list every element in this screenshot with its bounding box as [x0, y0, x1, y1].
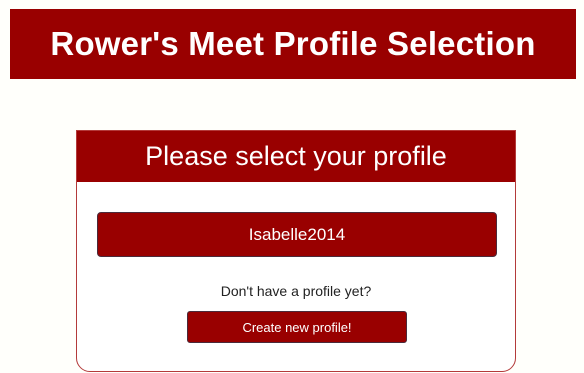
- page-title: Rower's Meet Profile Selection: [50, 25, 536, 62]
- profile-selection-card: Please select your profile Isabelle2014 …: [76, 130, 516, 372]
- profile-button-label: Isabelle2014: [248, 224, 346, 244]
- create-profile-button-label: Create new profile!: [242, 319, 352, 335]
- profile-button-isabelle2014[interactable]: Isabelle2014: [97, 212, 497, 257]
- card-title: Please select your profile: [145, 141, 447, 171]
- card-header: Please select your profile: [77, 131, 515, 182]
- no-profile-prompt: Don't have a profile yet?: [220, 283, 372, 299]
- create-profile-button[interactable]: Create new profile!: [187, 311, 407, 343]
- page-header: Rower's Meet Profile Selection: [10, 9, 576, 79]
